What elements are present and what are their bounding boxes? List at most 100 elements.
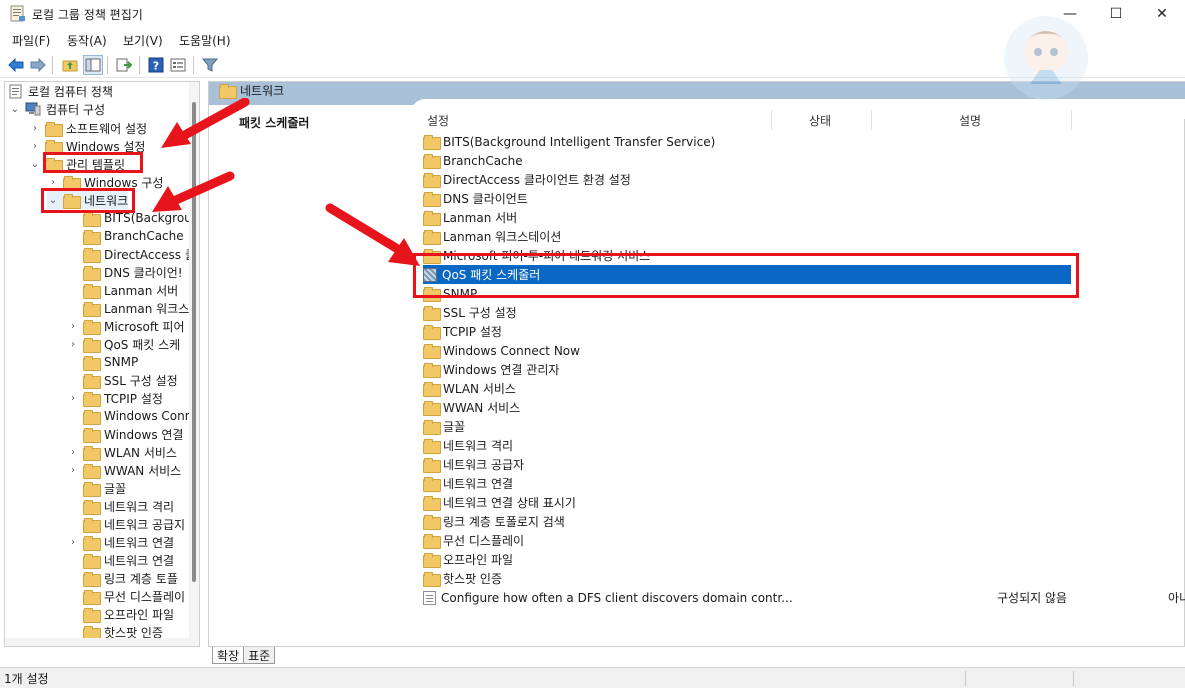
list-item[interactable]: Windows Connect Now: [423, 341, 1073, 360]
tree-network-child-label: Windows 연결: [104, 427, 184, 442]
maximize-button[interactable]: ☐: [1093, 0, 1139, 28]
list-item[interactable]: 네트워크 연결 상태 표시기: [423, 493, 1073, 512]
annotation-arrow-icon: [152, 171, 235, 212]
menu-file[interactable]: 파일(F): [12, 32, 50, 49]
list-item[interactable]: 핫스팟 인증: [423, 569, 1073, 588]
tree-network-child[interactable]: 글꼴: [67, 479, 126, 497]
list-item[interactable]: TCPIP 설정: [423, 322, 1073, 341]
show-hide-tree-icon[interactable]: [83, 55, 103, 75]
back-arrow-icon[interactable]: [6, 55, 26, 75]
tree-network-child[interactable]: › WWAN 서비스: [67, 461, 181, 479]
chevron-right-icon[interactable]: ›: [67, 464, 79, 476]
folder-icon: [423, 173, 441, 188]
menu-action[interactable]: 동작(A): [67, 32, 107, 49]
list-item[interactable]: BranchCache: [423, 151, 1073, 170]
column-header-setting[interactable]: 설정: [427, 110, 449, 130]
tab-standard[interactable]: 표준: [243, 647, 276, 664]
tree-network-child[interactable]: 네트워크 격리: [67, 497, 174, 515]
tree-network-child-label: TCPIP 설정: [104, 391, 163, 406]
tree-network-child[interactable]: › QoS 패킷 스케: [67, 335, 180, 353]
folder-icon: [83, 337, 101, 353]
chevron-right-icon[interactable]: ›: [47, 176, 59, 188]
list-item[interactable]: WLAN 서비스: [423, 379, 1073, 398]
tree-network-child[interactable]: 네트워크 연결: [67, 551, 174, 569]
tree-root[interactable]: 로컬 컴퓨터 정책: [9, 82, 113, 100]
menu-view[interactable]: 보기(V): [123, 32, 163, 49]
annotation-arrow-icon: [161, 98, 250, 148]
tree-network-child-label: Lanman 워크스: [104, 301, 190, 316]
tree-vertical-scrollbar[interactable]: [189, 82, 199, 646]
chevron-down-icon[interactable]: ⌄: [29, 158, 41, 170]
chevron-right-icon[interactable]: ›: [29, 140, 41, 152]
column-header-description[interactable]: 설명: [959, 110, 981, 130]
folder-icon: [423, 325, 441, 340]
tree-network-child[interactable]: 오프라인 파일: [67, 605, 174, 623]
menu-help[interactable]: 도움말(H): [179, 32, 231, 49]
list-item[interactable]: 네트워크 격리: [423, 436, 1073, 455]
chevron-right-icon[interactable]: ›: [67, 446, 79, 458]
tree-network-child[interactable]: DNS 클라이언!: [67, 263, 183, 281]
policy-setting-icon: [423, 590, 436, 605]
tree-network-child[interactable]: Lanman 서버: [67, 281, 178, 299]
chevron-right-icon[interactable]: ›: [67, 320, 79, 332]
list-item-label: WWAN 서비스: [443, 401, 521, 415]
tree-network-child[interactable]: DirectAccess 클: [67, 245, 196, 263]
tree-network-child[interactable]: 링크 계층 토플: [67, 569, 178, 587]
chevron-right-icon[interactable]: ›: [67, 392, 79, 404]
svg-text:?: ?: [153, 60, 159, 73]
chevron-right-icon[interactable]: ›: [29, 122, 41, 134]
list-item[interactable]: 링크 계층 토폴로지 검색: [423, 512, 1073, 531]
list-item[interactable]: 글꼴: [423, 417, 1073, 436]
tree-network-child[interactable]: SNMP: [67, 353, 138, 371]
tree-network-child[interactable]: 무선 디스플레이: [67, 587, 185, 605]
help-icon[interactable]: ?: [146, 55, 166, 75]
chevron-right-icon[interactable]: ›: [67, 338, 79, 350]
status-text: 1개 설정: [4, 671, 49, 686]
tree-software-settings[interactable]: › 소프트웨어 설정: [29, 119, 147, 137]
tab-extended[interactable]: 확장: [212, 647, 245, 664]
tree-network-child-label: 네트워크 연결: [104, 535, 175, 550]
tree-network-child[interactable]: Lanman 워크스: [67, 299, 189, 317]
list-item[interactable]: Configure how often a DFS client discove…: [423, 588, 1185, 607]
tree-network-child[interactable]: BranchCache: [67, 227, 184, 245]
tree-network-child[interactable]: › 네트워크 연결: [67, 533, 174, 551]
filter-icon[interactable]: [200, 55, 220, 75]
tree-network-child[interactable]: Windows Conn: [67, 407, 192, 425]
list-item[interactable]: 무선 디스플레이: [423, 531, 1073, 550]
column-header-state[interactable]: 상태: [809, 110, 831, 130]
list-item[interactable]: SSL 구성 설정: [423, 303, 1073, 322]
tree-network-child[interactable]: › Microsoft 피어: [67, 317, 185, 335]
list-item[interactable]: WWAN 서비스: [423, 398, 1073, 417]
folder-icon: [83, 427, 101, 443]
tree-network-child[interactable]: › TCPIP 설정: [67, 389, 163, 407]
tree-network-child[interactable]: › WLAN 서비스: [67, 443, 177, 461]
forward-arrow-icon[interactable]: [28, 55, 48, 75]
tree-network-child[interactable]: Windows 연결: [67, 425, 183, 443]
export-list-icon[interactable]: [114, 55, 134, 75]
up-folder-icon[interactable]: [60, 55, 80, 75]
list-item[interactable]: 오프라인 파일: [423, 550, 1073, 569]
details-pane: 네트워크 패킷 스케줄러 설정 상태 설명 BITS(Background In…: [208, 81, 1185, 647]
chevron-down-icon[interactable]: ⌄: [9, 103, 21, 115]
tree-network-child[interactable]: SSL 구성 설정: [67, 371, 178, 389]
tree-network-child[interactable]: 네트워크 공급지: [67, 515, 185, 533]
list-item-label: 네트워크 공급자: [443, 458, 525, 472]
folder-icon: [83, 571, 101, 587]
tree-computer-config[interactable]: ⌄ 컴퓨터 구성: [9, 100, 105, 118]
list-item[interactable]: 네트워크 연결: [423, 474, 1073, 493]
list-item[interactable]: Windows 연결 관리자: [423, 360, 1073, 379]
list-item[interactable]: 네트워크 공급자: [423, 455, 1073, 474]
list-item[interactable]: DirectAccess 클라이언트 환경 설정: [423, 170, 1073, 189]
chevron-right-icon[interactable]: ›: [67, 536, 79, 548]
properties-icon[interactable]: [168, 55, 188, 75]
close-button[interactable]: ✕: [1139, 0, 1185, 28]
list-item[interactable]: Lanman 서버: [423, 208, 1073, 227]
tree-horizontal-scrollbar[interactable]: [5, 638, 191, 646]
folder-icon: [83, 445, 101, 461]
list-item-label: SSL 구성 설정: [443, 306, 517, 320]
list-item[interactable]: BITS(Background Intelligent Transfer Ser…: [423, 132, 1073, 151]
list-item-label: TCPIP 설정: [443, 325, 502, 339]
list-item[interactable]: Lanman 워크스테이션: [423, 227, 1073, 246]
list-item[interactable]: DNS 클라이언트: [423, 189, 1073, 208]
